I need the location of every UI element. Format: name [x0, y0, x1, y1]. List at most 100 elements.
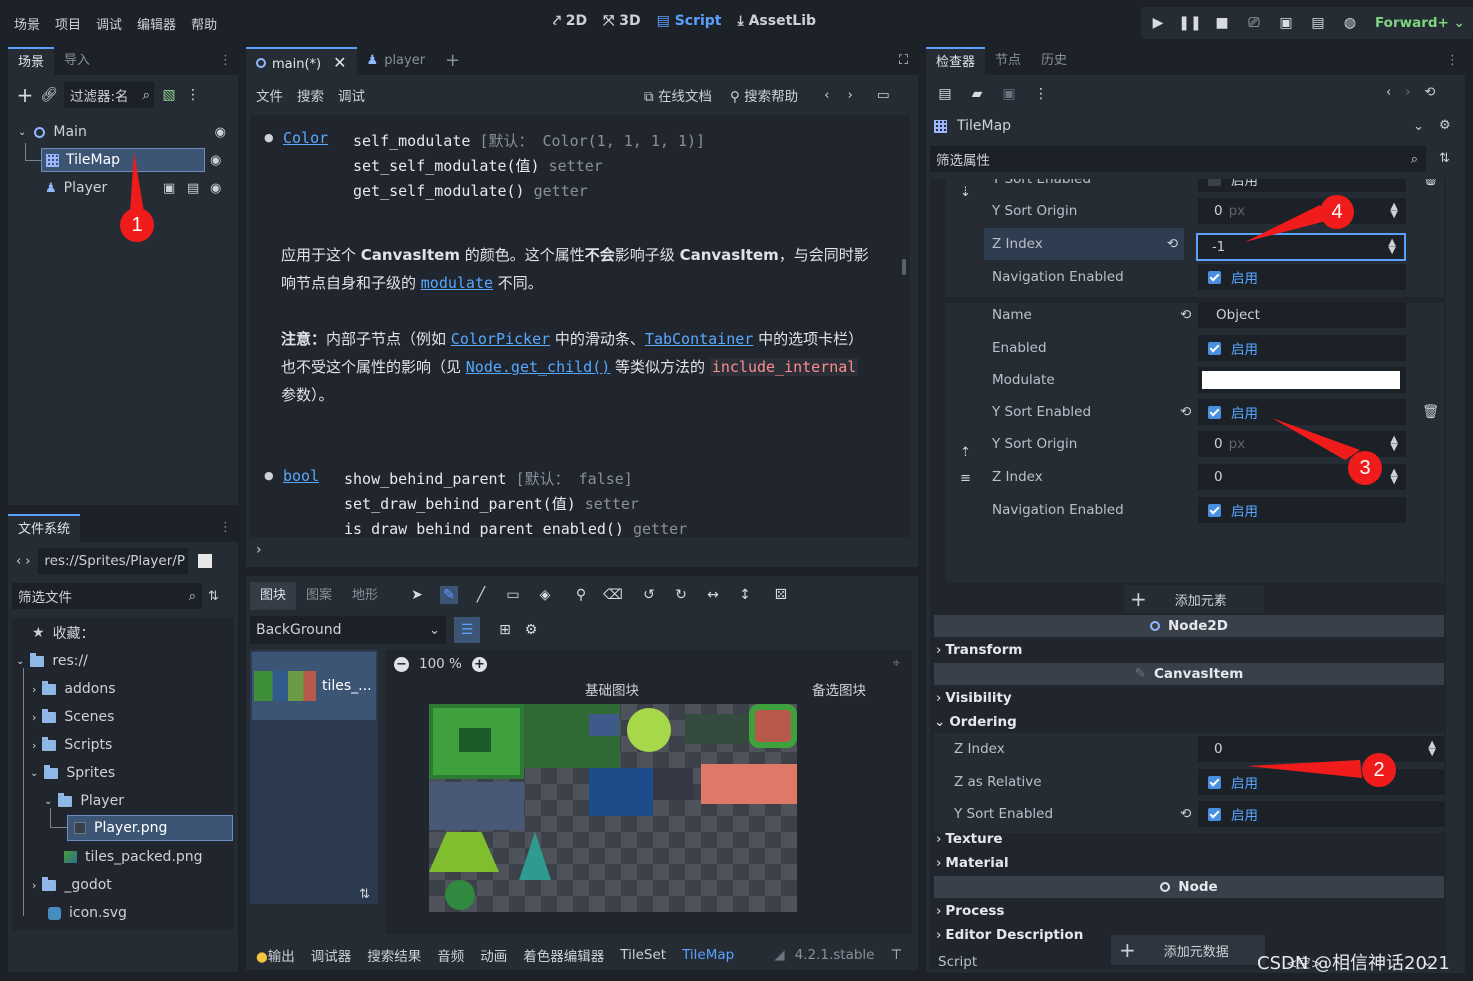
- revert-icon[interactable]: ⟲: [1167, 236, 1178, 252]
- pin-panel-icon[interactable]: ⊤: [891, 947, 903, 963]
- history-back-icon[interactable]: ‹: [1386, 85, 1391, 100]
- menu-project[interactable]: 项目: [55, 14, 81, 33]
- movie-maker-icon[interactable]: ◍: [1341, 14, 1359, 32]
- select-tool-icon[interactable]: ➤: [408, 586, 426, 604]
- zoom-out-icon[interactable]: −: [394, 656, 409, 672]
- folder-godot[interactable]: › _godot: [32, 871, 112, 899]
- drag-handle-icon[interactable]: ≡: [960, 471, 971, 486]
- script-attached-icon[interactable]: ▤: [187, 181, 199, 196]
- favorites-item[interactable]: ★ 收藏：: [32, 619, 95, 647]
- file-player-png[interactable]: Player.png: [67, 815, 233, 841]
- menu-help[interactable]: 帮助: [191, 14, 217, 33]
- bottom-tab-search[interactable]: 搜索结果: [367, 945, 421, 965]
- link-get-child[interactable]: Node.get_child(): [466, 358, 611, 376]
- grid-toggle-icon[interactable]: ⊞: [496, 621, 514, 639]
- bottom-tab-animation[interactable]: 动画: [480, 945, 507, 965]
- prop-y-sort-enabled-value[interactable]: 启用: [1198, 179, 1406, 192]
- tab-patterns[interactable]: 图案: [296, 582, 342, 610]
- back-icon[interactable]: ‹: [16, 554, 21, 569]
- rotate-left-icon[interactable]: ↺: [640, 586, 658, 604]
- flip-h-icon[interactable]: ↔: [704, 586, 722, 604]
- bottom-tab-audio[interactable]: 音频: [437, 945, 464, 965]
- bottom-tab-output[interactable]: ●输出: [256, 945, 295, 965]
- zoom-in-icon[interactable]: +: [471, 656, 487, 672]
- flip-v-icon[interactable]: ↕: [736, 586, 754, 604]
- new-resource-icon[interactable]: ▤: [936, 85, 954, 103]
- toggle-panel-icon[interactable]: ▭: [877, 87, 890, 103]
- prop-name-value[interactable]: Object: [1198, 302, 1406, 328]
- section-transform[interactable]: › Transform: [936, 639, 1022, 661]
- menu-debug[interactable]: 调试: [96, 14, 122, 33]
- section-ordering[interactable]: ⌄ Ordering: [934, 711, 1017, 733]
- workspace-script-button[interactable]: ▤ Script: [657, 13, 722, 29]
- visibility-eye-icon[interactable]: ◉: [210, 181, 221, 196]
- menu-debug[interactable]: 调试: [338, 85, 365, 105]
- folder-sprites[interactable]: ⌄ Sprites: [30, 759, 115, 787]
- object-selector[interactable]: TileMap ⌄: [930, 113, 1430, 139]
- sort-properties-icon[interactable]: ⇅: [1439, 151, 1450, 166]
- link-icon[interactable]: 🔗︎: [40, 86, 58, 104]
- dock-menu-icon[interactable]: ⋮: [213, 47, 238, 75]
- workspace-2d-button[interactable]: ⤤ 2D: [553, 13, 587, 29]
- move-up-icon[interactable]: ⇡: [960, 445, 971, 460]
- object-tools-icon[interactable]: ⚙: [1439, 118, 1451, 133]
- prop-ordering-y-sort-value[interactable]: 启用: [1198, 801, 1444, 827]
- type-link-color[interactable]: Color: [283, 129, 328, 147]
- stop-icon[interactable]: ■: [1213, 14, 1231, 32]
- property-filter-input[interactable]: 筛选属性 ⌕: [930, 146, 1426, 172]
- section-material[interactable]: › Material: [936, 852, 1009, 874]
- add-metadata-button[interactable]: + 添加元数据: [1111, 935, 1265, 965]
- tree-item-tilemap[interactable]: TileMap: [41, 148, 205, 172]
- play-custom-scene-icon[interactable]: ▤: [1309, 14, 1327, 32]
- rotate-right-icon[interactable]: ↻: [672, 586, 690, 604]
- history-forward-icon[interactable]: ›: [1405, 85, 1410, 100]
- center-view-icon[interactable]: ⌖: [893, 656, 900, 671]
- attach-script-icon[interactable]: ▧: [160, 86, 178, 104]
- line-tool-icon[interactable]: ╱: [472, 586, 490, 604]
- tree-item-main[interactable]: ⌄ Main ◉: [18, 120, 230, 144]
- menu-editor[interactable]: 编辑器: [137, 14, 176, 33]
- dock-menu-icon[interactable]: ⋮: [213, 514, 238, 542]
- menu-scene[interactable]: 场景: [14, 14, 40, 33]
- link-colorpicker[interactable]: ColorPicker: [451, 330, 550, 348]
- bottom-tab-shader[interactable]: 着色器编辑器: [523, 945, 604, 965]
- prop-modulate-value[interactable]: [1198, 367, 1406, 393]
- tab-tiles[interactable]: 图块: [250, 582, 297, 610]
- split-mode-icon[interactable]: [198, 554, 213, 568]
- visibility-eye-icon[interactable]: ◉: [210, 153, 221, 168]
- prop-enabled-value[interactable]: 启用: [1198, 335, 1406, 361]
- revert-icon[interactable]: ⟲: [1180, 806, 1191, 822]
- dock-menu-icon[interactable]: ⋮: [1440, 47, 1465, 75]
- section-texture[interactable]: › Texture: [936, 828, 1003, 850]
- pause-icon[interactable]: ❚❚: [1178, 14, 1201, 32]
- recent-history-icon[interactable]: ⟲: [1424, 85, 1435, 100]
- layer-select[interactable]: BackGround ⌄: [250, 616, 446, 644]
- section-process[interactable]: › Process: [936, 900, 1004, 922]
- workspace-3d-button[interactable]: ⤧ 3D: [603, 13, 640, 29]
- delete-layer-icon[interactable]: 🗑︎: [1422, 179, 1439, 187]
- spinner-icon[interactable]: ▲ ▼: [1390, 468, 1398, 486]
- tab-inspector[interactable]: 检查器: [926, 47, 986, 75]
- kebab-menu-icon[interactable]: ⋮: [1032, 85, 1050, 103]
- tab-main-script[interactable]: main(*) ✕: [246, 47, 357, 75]
- bottom-tab-tilemap[interactable]: TileMap: [682, 947, 734, 963]
- tab-player-script[interactable]: ♟ player: [357, 47, 436, 75]
- section-editor-description[interactable]: › Editor Description: [936, 924, 1083, 946]
- folder-scenes[interactable]: › Scenes: [32, 703, 114, 731]
- prop-y-sort-origin-value[interactable]: 0 px ▲ ▼: [1198, 198, 1406, 224]
- add-node-icon[interactable]: +: [16, 83, 34, 107]
- bottom-tab-tileset[interactable]: TileSet: [620, 947, 666, 963]
- open-folder-icon[interactable]: ▰: [968, 85, 986, 103]
- prop-ordering-z-index-value[interactable]: 0 ▲ ▼: [1198, 736, 1444, 762]
- search-help-button[interactable]: ⚲ 搜索帮助: [730, 85, 798, 105]
- menu-search[interactable]: 搜索: [297, 85, 324, 105]
- tab-node[interactable]: 节点: [985, 47, 1031, 75]
- version-label[interactable]: 4.2.1.stable: [795, 947, 875, 963]
- layer-settings-icon[interactable]: ⚙: [522, 621, 540, 639]
- scrollbar[interactable]: [902, 259, 906, 275]
- fullscreen-icon[interactable]: ⛶: [889, 47, 918, 75]
- random-tile-icon[interactable]: ⚄: [772, 586, 790, 604]
- toggle-scripts-panel-icon[interactable]: ›: [256, 542, 262, 558]
- prop-z-index-value[interactable]: -1 ▲ ▼: [1196, 233, 1406, 261]
- spinner-icon[interactable]: ▲ ▼: [1428, 740, 1436, 758]
